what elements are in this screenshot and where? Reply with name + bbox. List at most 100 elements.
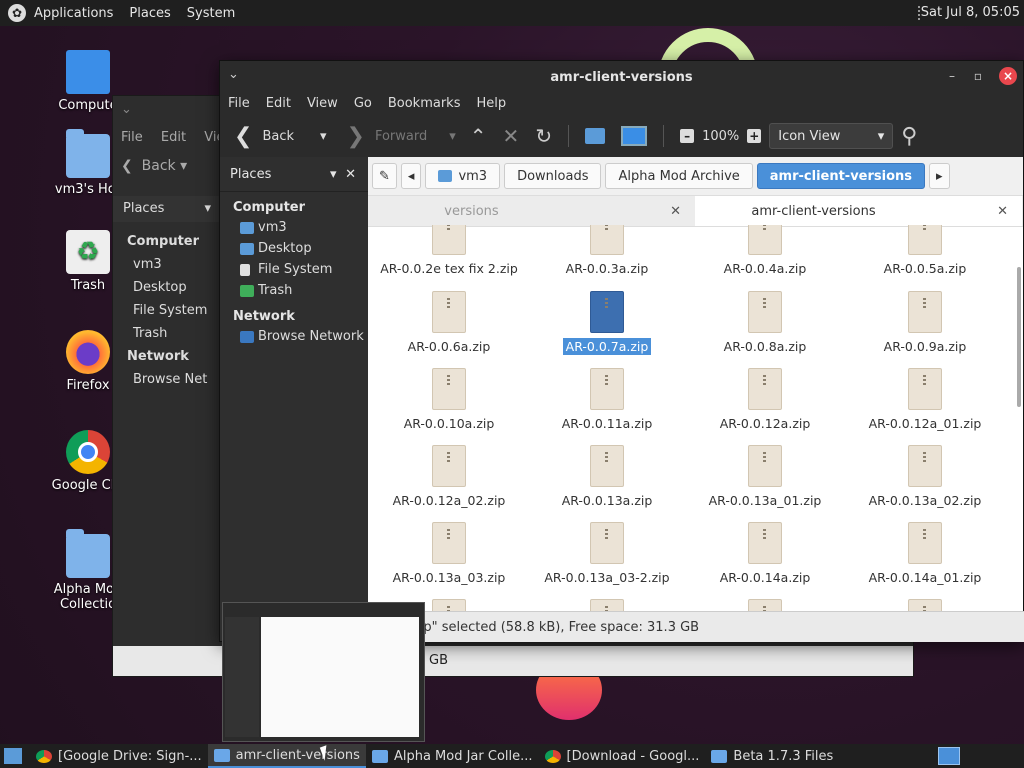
file-item[interactable]: AR-0.0.4a.zip: [690, 225, 840, 276]
system-menu[interactable]: System: [179, 6, 243, 21]
file-item[interactable]: AR-0.0.10a.zip: [374, 368, 524, 431]
menu-go[interactable]: Go: [346, 93, 380, 115]
close-tab-icon[interactable]: ✕: [997, 204, 1008, 219]
computer-icon[interactable]: [621, 126, 648, 146]
zoom-in-icon[interactable]: +: [747, 129, 762, 143]
home-folder-icon[interactable]: [585, 128, 606, 144]
back-history-arrow-icon[interactable]: ▾: [320, 129, 327, 144]
file-item[interactable]: AR-0.0.12a_02.zip: [374, 445, 524, 508]
file-item[interactable]: AR-0.0.13a_02.zip: [850, 445, 1000, 508]
file-item-partial[interactable]: [690, 599, 840, 611]
menu-file[interactable]: File: [121, 130, 143, 145]
file-item[interactable]: AR-0.0.7a.zip: [532, 291, 682, 355]
clock[interactable]: Sat Jul 8, 05:05: [921, 5, 1020, 20]
tab-versions[interactable]: versions ✕: [368, 196, 695, 226]
file-item[interactable]: AR-0.0.2e tex fix 2.zip: [374, 225, 524, 276]
path-scroll-right-button[interactable]: ▸: [929, 163, 950, 189]
close-tab-icon[interactable]: ✕: [670, 204, 681, 219]
tab-amr-client-versions[interactable]: amr-client-versions ✕: [695, 196, 1022, 226]
back-button[interactable]: ❮ Back ▾: [220, 124, 327, 149]
stop-icon[interactable]: ✕: [503, 124, 520, 148]
task-amr-client-versions[interactable]: amr-client-versions: [207, 744, 366, 768]
zip-file-icon: [432, 225, 466, 255]
sidebar-item-file-system[interactable]: File System: [220, 259, 368, 280]
file-item[interactable]: AR-0.0.11a.zip: [532, 368, 682, 431]
file-name: AR-0.0.13a_03.zip: [392, 570, 506, 585]
sidebar-item-trash[interactable]: Trash: [220, 280, 368, 301]
places-menu[interactable]: Places: [121, 6, 178, 21]
forward-history-arrow-icon[interactable]: ▾: [449, 129, 456, 144]
file-item[interactable]: AR-0.0.13a_01.zip: [690, 445, 840, 508]
chrome-icon: [36, 749, 52, 763]
desktop-folder-icon: [240, 242, 254, 255]
file-item[interactable]: AR-0.0.14a.zip: [690, 522, 840, 585]
workspace-switcher[interactable]: [938, 747, 960, 765]
edit-location-button[interactable]: ✎: [372, 163, 397, 189]
file-item[interactable]: AR-0.0.14a_01.zip: [850, 522, 1000, 585]
places-dropdown[interactable]: Places ▾: [113, 196, 221, 222]
file-item-partial[interactable]: [850, 599, 1000, 611]
file-item[interactable]: AR-0.0.9a.zip: [850, 291, 1000, 354]
sidebar-item-vm3[interactable]: vm3: [220, 217, 368, 238]
sidebar-item-browse-network[interactable]: Browse Net: [127, 368, 207, 391]
task-download-google[interactable]: [Download - Googl...: [539, 744, 706, 768]
path-crumb-amr-client-versions[interactable]: amr-client-versions: [756, 163, 926, 189]
task-google-drive[interactable]: [Google Drive: Sign-...: [30, 744, 208, 768]
menu-edit[interactable]: Edit: [161, 130, 186, 145]
forward-button[interactable]: ❯ Forward ▾: [333, 124, 456, 149]
close-icon[interactable]: ×: [999, 67, 1017, 85]
menu-help[interactable]: Help: [468, 93, 514, 115]
minimize-icon[interactable]: –: [943, 67, 961, 85]
show-desktop-icon[interactable]: [4, 748, 22, 764]
back-arrow-icon: ❮: [121, 158, 133, 174]
task-alpha-mod-jar[interactable]: Alpha Mod Jar Colle...: [366, 744, 539, 768]
file-name: AR-0.0.9a.zip: [883, 339, 967, 354]
file-item[interactable]: AR-0.0.12a.zip: [690, 368, 840, 431]
sidebar-item-desktop[interactable]: Desktop: [220, 238, 368, 259]
sidebar-item-desktop[interactable]: Desktop: [127, 276, 207, 299]
file-manager-window[interactable]: ⌄ amr-client-versions – ▫ × File Edit Vi…: [219, 60, 1024, 642]
forward-label: Forward: [374, 128, 428, 144]
file-name: AR-0.0.8a.zip: [723, 339, 807, 354]
sidebar-item-trash[interactable]: Trash: [127, 322, 207, 345]
view-mode-select[interactable]: Icon View ▾: [769, 123, 894, 149]
applications-menu[interactable]: Applications: [26, 6, 121, 21]
file-item[interactable]: AR-0.0.13a_03.zip: [374, 522, 524, 585]
sidebar-item-label: Desktop: [258, 241, 312, 256]
sidebar-item-vm3[interactable]: vm3: [127, 253, 207, 276]
task-beta-files[interactable]: Beta 1.7.3 Files: [705, 744, 839, 768]
close-pane-icon[interactable]: ✕: [345, 167, 356, 182]
path-crumb-vm3[interactable]: vm3: [425, 163, 501, 189]
window-thumbnail-preview[interactable]: [222, 602, 425, 742]
file-item[interactable]: AR-0.0.13a_03-2.zip: [532, 522, 682, 585]
file-item[interactable]: AR-0.0.13a.zip: [532, 445, 682, 508]
menu-bookmarks[interactable]: Bookmarks: [380, 93, 469, 115]
path-scroll-left-button[interactable]: ◂: [400, 163, 422, 189]
sidebar-item-browse-network[interactable]: Browse Network: [220, 326, 368, 347]
path-crumb-alpha-mod-archive[interactable]: Alpha Mod Archive: [605, 163, 753, 189]
gnome-foot-icon[interactable]: ✿: [8, 4, 26, 22]
path-crumb-downloads[interactable]: Downloads: [504, 163, 602, 189]
reload-icon[interactable]: ↻: [535, 124, 552, 148]
search-icon[interactable]: ⚲: [901, 124, 917, 149]
menu-file[interactable]: File: [220, 93, 258, 115]
file-item[interactable]: AR-0.0.5a.zip: [850, 225, 1000, 276]
file-item[interactable]: AR-0.0.3a.zip: [532, 225, 682, 276]
file-item[interactable]: AR-0.0.12a_01.zip: [850, 368, 1000, 431]
file-item-partial[interactable]: [532, 599, 682, 611]
file-item[interactable]: AR-0.0.8a.zip: [690, 291, 840, 354]
menu-edit[interactable]: Edit: [258, 93, 299, 115]
file-item[interactable]: AR-0.0.6a.zip: [374, 291, 524, 354]
title-bar[interactable]: ⌄ amr-client-versions – ▫ ×: [220, 61, 1023, 93]
sidebar-section-computer: Computer: [233, 200, 306, 215]
side-pane-header[interactable]: Places ▾ ✕: [220, 157, 368, 192]
dropdown-arrow-icon[interactable]: ▾: [330, 167, 337, 182]
maximize-icon[interactable]: ▫: [969, 67, 987, 85]
vertical-scrollbar[interactable]: [1017, 267, 1021, 407]
sidebar-item-file-system[interactable]: File System: [127, 299, 207, 322]
menu-view[interactable]: View: [299, 93, 346, 115]
window-menu-chevron-icon[interactable]: ⌄: [121, 102, 132, 117]
zoom-out-icon[interactable]: –: [680, 129, 695, 143]
back-button[interactable]: ❮ Back ▾: [121, 158, 187, 174]
up-arrow-icon[interactable]: ⌃: [470, 124, 487, 148]
